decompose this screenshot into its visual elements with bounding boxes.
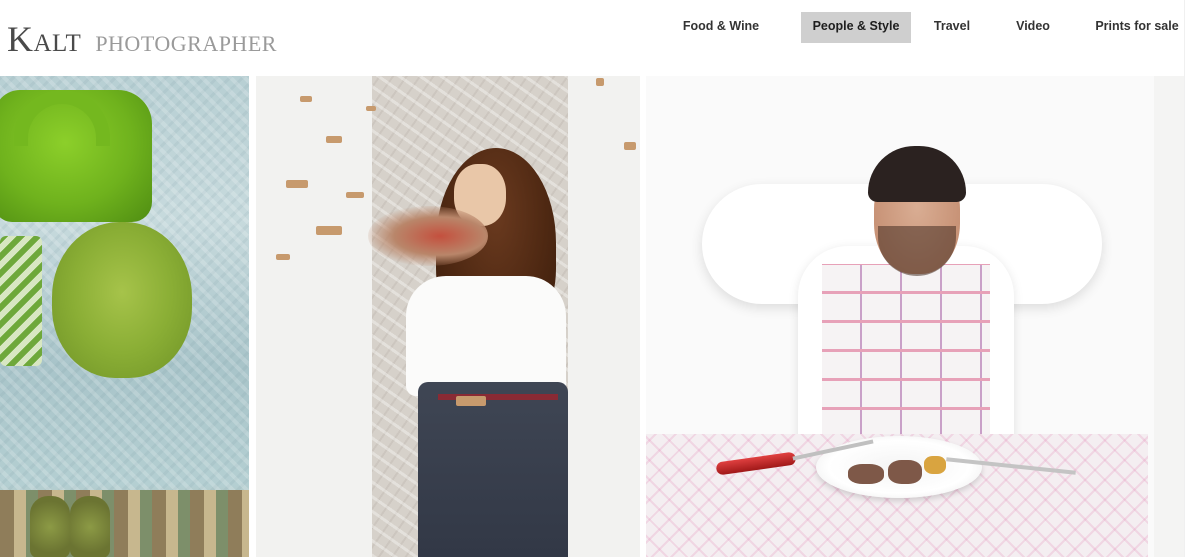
cake-shape	[368, 206, 488, 266]
shirt-shape	[406, 276, 566, 396]
food-shape	[888, 460, 922, 484]
nav-people-style[interactable]: People & Style	[801, 12, 911, 43]
bag-shape	[0, 90, 152, 222]
hat-shape	[52, 222, 192, 378]
apron-shape	[418, 382, 568, 557]
crumb	[300, 96, 312, 102]
page-edge	[1184, 0, 1200, 557]
nav-travel[interactable]: Travel	[928, 12, 976, 43]
bag-handle	[14, 90, 110, 146]
crumb	[316, 226, 342, 235]
nav-video[interactable]: Video	[1012, 12, 1054, 43]
nav-food-wine[interactable]: Food & Wine	[680, 12, 762, 43]
hair-shape	[868, 146, 966, 202]
crumb	[276, 254, 290, 260]
crumb	[326, 136, 342, 143]
crumb	[624, 142, 636, 150]
shoe-shape	[30, 496, 70, 557]
gallery-next-photo-edge[interactable]	[1154, 76, 1184, 557]
gallery-photo-woman-cake[interactable]	[256, 76, 640, 557]
crumb	[346, 192, 364, 198]
crumb	[366, 106, 376, 111]
apron-shape	[822, 264, 990, 436]
nav-prints-for-sale[interactable]: Prints for sale	[1092, 12, 1182, 43]
crumb	[596, 78, 604, 86]
scarf-shape	[0, 236, 42, 366]
food-shape	[848, 464, 884, 484]
main-nav: Food & Wine People & Style Travel Video …	[0, 12, 1200, 43]
gallery-photo-man-apron[interactable]	[646, 76, 1154, 557]
food-shape	[924, 456, 946, 474]
gallery-photo-accessories[interactable]	[0, 76, 249, 557]
crumb	[286, 180, 308, 188]
crumb	[456, 396, 486, 406]
shoe-shape	[70, 496, 110, 557]
